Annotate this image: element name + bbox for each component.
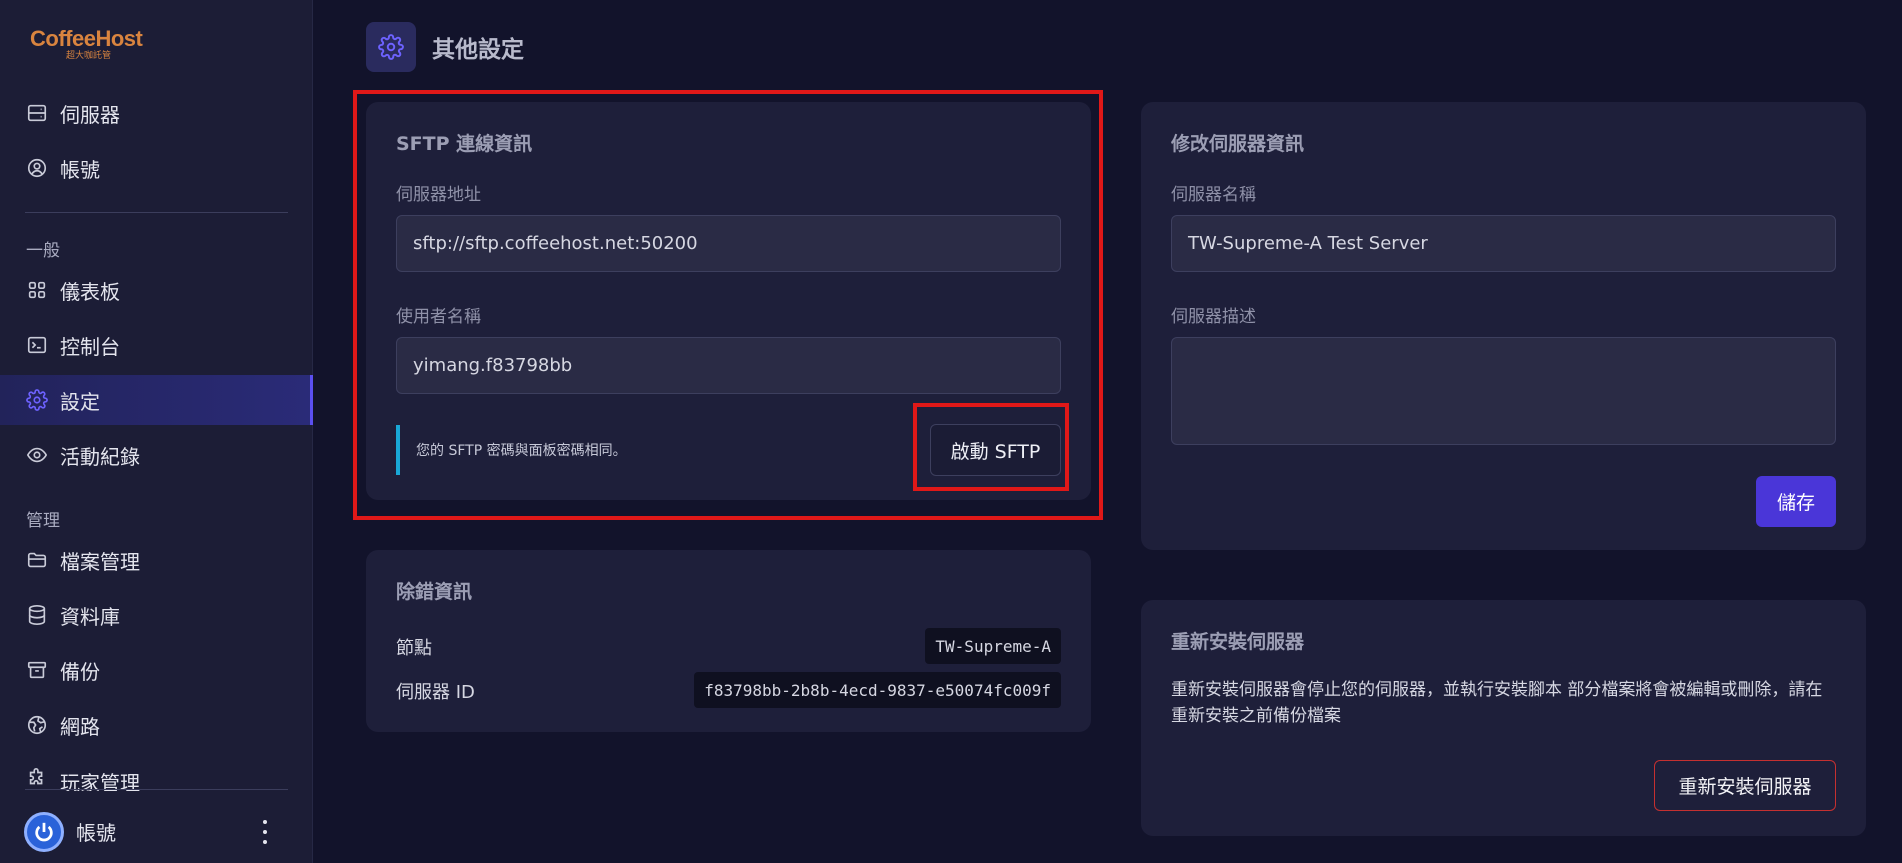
field-label: 伺服器描述 [1171,307,1256,327]
card-title: 重新安裝伺服器 [1171,631,1305,653]
section-manage-heading: 管理 [26,511,60,531]
sidebar-item-console[interactable]: 控制台 [0,320,313,370]
logo-subtitle: 超大咖託管 [66,51,112,61]
field-label: 使用者名稱 [396,307,481,327]
sidebar-item-players[interactable]: 玩家管理 [0,755,313,791]
gear-icon [366,22,416,72]
sidebar-item-label: 資料庫 [60,604,120,629]
sidebar-item-label: 網路 [60,714,100,739]
node-value: TW-Supreme-A [925,628,1061,664]
sidebar-divider [25,212,288,213]
sidebar-item-label: 玩家管理 [60,771,140,791]
sidebar-item-label: 儀表板 [60,279,120,304]
sftp-card: SFTP 連線資訊 伺服器地址 sftp://sftp.coffeehost.n… [366,102,1091,500]
terminal-icon [26,334,48,356]
sidebar: CoffeeHost 超大咖託管 伺服器 帳號 一般 儀表板 控制台 設定 活動… [0,0,313,863]
brand-logo[interactable]: CoffeeHost 超大咖託管 [30,26,143,61]
node-label: 節點 [396,638,432,659]
account-menu[interactable]: 帳號 [0,800,313,863]
sftp-password-note: 您的 SFTP 密碼與面板密碼相同。 [396,425,627,475]
grid-icon [26,279,48,301]
sidebar-item-settings[interactable]: 設定 [0,375,313,425]
sidebar-item-label: 檔案管理 [60,549,140,574]
globe-icon [26,714,48,736]
reinstall-card: 重新安裝伺服器 重新安裝伺服器會停止您的伺服器，並執行安裝腳本 部分檔案將會被編… [1141,600,1866,836]
launch-sftp-button[interactable]: 啟動 SFTP [930,424,1061,476]
server-description-textarea[interactable] [1171,337,1836,445]
power-icon [35,822,53,841]
sidebar-item-files[interactable]: 檔案管理 [0,535,313,585]
database-icon [26,604,48,626]
reinstall-description: 重新安裝伺服器會停止您的伺服器，並執行安裝腳本 部分檔案將會被編輯或刪除，請在重… [1171,680,1823,726]
server-icon [26,102,48,124]
sidebar-item-dashboard[interactable]: 儀表板 [0,265,313,315]
sidebar-item-label: 設定 [60,389,100,414]
sftp-username-field[interactable]: yimang.f83798bb [396,337,1061,394]
reinstall-server-button[interactable]: 重新安裝伺服器 [1654,760,1836,811]
sidebar-item-account[interactable]: 帳號 [0,143,313,193]
sftp-address-field[interactable]: sftp://sftp.coffeehost.net:50200 [396,215,1061,272]
sidebar-item-label: 伺服器 [60,102,120,127]
card-title: 修改伺服器資訊 [1171,133,1305,155]
sidebar-item-backups[interactable]: 備份 [0,645,313,695]
sidebar-item-label: 帳號 [60,157,100,182]
page-title: 其他設定 [432,37,524,63]
avatar[interactable] [24,811,64,852]
user-circle-icon [26,157,48,179]
save-button[interactable]: 儲存 [1756,476,1836,527]
card-title: 除錯資訊 [396,581,473,603]
sidebar-item-label: 控制台 [60,334,120,359]
eye-icon [26,444,48,466]
kebab-menu-icon[interactable] [258,820,272,844]
edit-server-card: 修改伺服器資訊 伺服器名稱 TW-Supreme-A Test Server 伺… [1141,102,1866,550]
section-general-heading: 一般 [26,241,60,261]
sidebar-item-activity[interactable]: 活動紀錄 [0,430,313,480]
puzzle-icon [26,767,48,789]
account-label: 帳號 [76,821,116,845]
gear-icon [26,389,48,411]
sidebar-item-database[interactable]: 資料庫 [0,590,313,640]
page-header: 其他設定 [366,22,524,72]
sidebar-item-network[interactable]: 網路 [0,700,313,750]
archive-icon [26,659,48,681]
card-title: SFTP 連線資訊 [396,133,533,155]
server-id-value: f83798bb-2b8b-4ecd-9837-e50074fc009f [694,672,1061,708]
field-label: 伺服器名稱 [1171,185,1256,205]
sidebar-item-label: 備份 [60,659,100,684]
field-label: 伺服器地址 [396,185,481,205]
sidebar-item-label: 活動紀錄 [60,444,140,469]
server-name-input[interactable]: TW-Supreme-A Test Server [1171,215,1836,272]
folder-icon [26,549,48,571]
sidebar-item-servers[interactable]: 伺服器 [0,88,313,138]
debug-card: 除錯資訊 節點 TW-Supreme-A 伺服器 ID f83798bb-2b8… [366,550,1091,732]
sidebar-divider [25,789,288,790]
server-id-label: 伺服器 ID [396,682,475,703]
